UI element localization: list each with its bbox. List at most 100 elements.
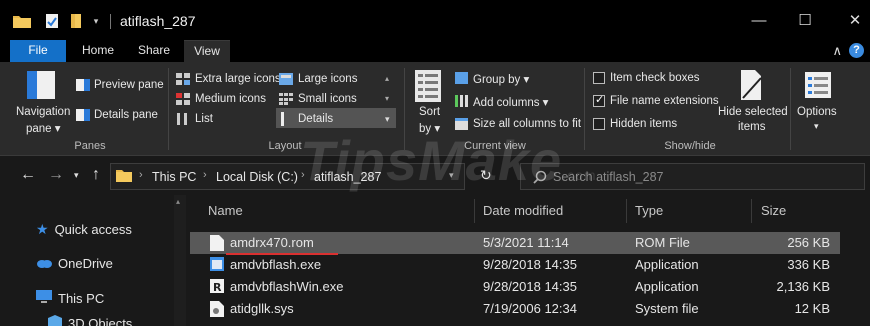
- medium-icons-option[interactable]: Medium icons: [195, 93, 266, 105]
- nav-item-onedrive[interactable]: OneDrive: [36, 256, 113, 271]
- file-size: 336 KB: [787, 257, 830, 272]
- navigation-pane-icon[interactable]: [26, 70, 56, 103]
- hidden-items-checkbox[interactable]: [593, 118, 605, 130]
- chevron-right-icon[interactable]: ›: [301, 169, 305, 181]
- tab-view[interactable]: View: [184, 40, 230, 62]
- navigation-pane-dropdown[interactable]: pane ▾: [26, 121, 61, 135]
- column-header-name[interactable]: Name: [208, 203, 243, 218]
- up-button[interactable]: ↑: [92, 166, 100, 184]
- item-check-boxes-label: Item check boxes: [610, 72, 700, 84]
- nav-pane-scrollbar[interactable]: ▴: [174, 195, 186, 326]
- address-bar[interactable]: › This PC › Local Disk (C:) › atiflash_2…: [110, 163, 465, 190]
- layout-scroll-up[interactable]: ▴: [385, 74, 389, 83]
- hide-selected-button-line2[interactable]: items: [738, 121, 765, 133]
- breadcrumb-atiflash[interactable]: atiflash_287: [314, 170, 381, 184]
- item-check-boxes-checkbox[interactable]: [593, 72, 605, 84]
- file-name-extensions-checkbox[interactable]: [593, 93, 605, 107]
- column-header-size[interactable]: Size: [761, 203, 786, 218]
- details-pane-icon: [76, 109, 90, 124]
- hide-selected-icon[interactable]: [739, 70, 763, 103]
- options-button[interactable]: Options: [797, 106, 837, 118]
- sort-by-button[interactable]: Sort: [419, 106, 440, 118]
- window-title: atiflash_287: [120, 13, 196, 29]
- layout-expand[interactable]: ▾: [385, 114, 390, 125]
- folder-icon: [116, 169, 132, 185]
- scroll-up-icon[interactable]: ▴: [176, 197, 180, 206]
- properties-icon[interactable]: [44, 12, 60, 30]
- file-name: atidgllk.sys: [230, 301, 294, 316]
- close-button[interactable]: ✕: [842, 9, 868, 33]
- options-icon[interactable]: [804, 71, 832, 102]
- new-folder-icon[interactable]: [68, 12, 84, 30]
- small-icons-icon: [279, 93, 293, 108]
- details-pane-button[interactable]: Details pane: [94, 109, 158, 121]
- group-by-button[interactable]: Group by ▾: [473, 72, 529, 86]
- search-icon: [533, 170, 547, 187]
- maximize-button[interactable]: ☐: [792, 9, 818, 33]
- search-box[interactable]: Search atiflash_287: [520, 163, 865, 190]
- column-separator[interactable]: [751, 199, 752, 223]
- table-row[interactable]: amdvbflash.exe 9/28/2018 14:35 Applicati…: [190, 254, 840, 276]
- file-size: 256 KB: [787, 235, 830, 250]
- file-type: ROM File: [635, 235, 690, 250]
- hidden-items-label: Hidden items: [610, 118, 678, 130]
- preview-pane-button[interactable]: Preview pane: [94, 79, 164, 91]
- gear-file-icon: [210, 301, 224, 317]
- table-row[interactable]: amdrx470.rom 5/3/2021 11:14 ROM File 256…: [190, 232, 840, 255]
- size-all-columns-button[interactable]: Size all columns to fit: [473, 118, 581, 130]
- column-separator[interactable]: [626, 199, 627, 223]
- show-hide-group-label: Show/hide: [664, 140, 716, 152]
- star-icon: ★: [36, 221, 49, 237]
- quick-access-dropdown-icon[interactable]: ▾: [90, 12, 102, 30]
- chevron-right-icon[interactable]: ›: [203, 169, 207, 181]
- sort-by-dropdown[interactable]: by ▾: [419, 121, 440, 135]
- navigation-pane-button[interactable]: Navigation: [16, 106, 70, 118]
- minimize-button[interactable]: —: [746, 9, 772, 33]
- back-button[interactable]: ←: [20, 166, 36, 184]
- column-header-type[interactable]: Type: [635, 203, 663, 218]
- column-separator[interactable]: [474, 199, 475, 223]
- address-dropdown-icon[interactable]: ▾: [449, 170, 454, 181]
- forward-button[interactable]: →: [48, 166, 64, 184]
- file-date: 9/28/2018 14:35: [483, 257, 577, 272]
- app-icon: [210, 257, 224, 273]
- navigation-bar: ← → ▾ ↑ › This PC › Local Disk (C:) › at…: [0, 157, 870, 195]
- tab-file[interactable]: File: [10, 40, 66, 62]
- group-separator: [584, 68, 585, 150]
- nav-item-3d-objects[interactable]: 3D Objects: [48, 315, 132, 326]
- help-icon[interactable]: ?: [849, 43, 864, 58]
- layout-scroll-down[interactable]: ▾: [385, 94, 389, 103]
- refresh-button[interactable]: ↻: [480, 167, 492, 184]
- r-app-icon: R: [210, 279, 224, 295]
- file-size: 12 KB: [794, 301, 830, 316]
- column-header-date[interactable]: Date modified: [483, 203, 563, 218]
- table-row[interactable]: R amdvbflashWin.exe 9/28/2018 14:35 Appl…: [190, 276, 840, 298]
- nav-item-quick-access[interactable]: ★ Quick access: [36, 221, 132, 238]
- recent-locations-button[interactable]: ▾: [74, 170, 79, 181]
- tab-home[interactable]: Home: [72, 40, 124, 62]
- breadcrumb-this-pc[interactable]: This PC: [152, 170, 196, 184]
- computer-icon: [36, 290, 52, 307]
- table-row[interactable]: atidgllk.sys 7/19/2006 12:34 System file…: [190, 298, 840, 320]
- nav-item-this-pc[interactable]: This PC: [36, 290, 104, 307]
- details-option[interactable]: Details: [298, 113, 333, 125]
- chevron-right-icon[interactable]: ›: [139, 169, 143, 181]
- breadcrumb-local-disk[interactable]: Local Disk (C:): [216, 170, 298, 184]
- details-option-selected[interactable]: [276, 108, 396, 128]
- svg-text:R: R: [213, 281, 222, 293]
- list-option[interactable]: List: [195, 113, 213, 125]
- options-dropdown-icon[interactable]: ▾: [814, 121, 819, 132]
- hide-selected-button[interactable]: Hide selected: [718, 106, 788, 118]
- file-name: amdvbflash.exe: [230, 257, 322, 272]
- list-icon: [176, 113, 190, 128]
- sort-by-icon[interactable]: [415, 70, 441, 105]
- medium-icons-icon: [176, 93, 190, 108]
- large-icons-option[interactable]: Large icons: [298, 73, 357, 85]
- tab-share[interactable]: Share: [128, 40, 180, 62]
- add-columns-button[interactable]: Add columns ▾: [473, 95, 548, 109]
- small-icons-option[interactable]: Small icons: [298, 93, 357, 105]
- collapse-ribbon-icon[interactable]: ∧: [832, 43, 842, 59]
- nav-item-label: OneDrive: [58, 256, 113, 271]
- current-view-group-label: Current view: [464, 140, 526, 152]
- extra-large-icons-option[interactable]: Extra large icons: [195, 73, 281, 85]
